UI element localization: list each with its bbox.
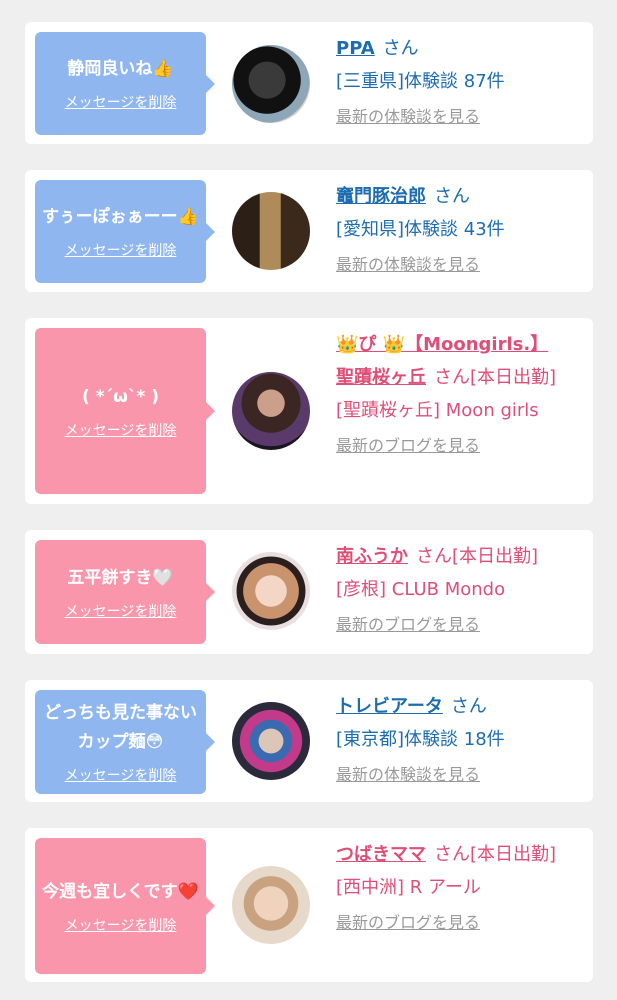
avatar[interactable] (232, 866, 310, 944)
honorific: さん (382, 38, 419, 59)
message-bubble: 五平餅すき🤍 メッセージを削除 (35, 540, 215, 644)
honorific: さん[本日出勤] (434, 367, 557, 388)
message-text: どっちも見た事ないカップ麺😳 (44, 703, 197, 752)
list-item: 五平餅すき🤍 メッセージを削除 南ふうか さん[本日出勤] [彦根] CLUB M… (25, 530, 593, 654)
message-text: 静岡良いね👍 (67, 59, 174, 79)
view-latest-link[interactable]: 最新のブログを見る (336, 908, 571, 938)
delete-message-link[interactable]: メッセージを削除 (65, 92, 177, 112)
delete-message-link[interactable]: メッセージを削除 (65, 601, 177, 621)
message-text: すぅーぽぉぁーー👍 (42, 207, 199, 227)
view-latest-link[interactable]: 最新のブログを見る (336, 431, 571, 461)
user-name-link[interactable]: PPA (336, 38, 375, 59)
honorific: さん[本日出勤] (434, 844, 557, 865)
user-detail[interactable]: [彦根] CLUB Mondo (336, 573, 571, 606)
avatar[interactable] (232, 702, 310, 780)
list-item: 今週も宜しくです❤️ メッセージを削除 つばきママ さん[本日出勤] [西中洲] … (25, 828, 593, 982)
view-latest-link[interactable]: 最新の体験談を見る (336, 760, 571, 790)
list-item: すぅーぽぉぁーー👍 メッセージを削除 竈門豚治郎 さん [愛知県]体験談 43件 … (25, 170, 593, 292)
honorific: さん[本日出勤] (416, 546, 539, 567)
view-latest-link[interactable]: 最新のブログを見る (336, 610, 571, 640)
message-text: 五平餅すき🤍 (67, 567, 174, 588)
message-bubble: すぅーぽぉぁーー👍 メッセージを削除 (35, 180, 215, 283)
view-latest-link[interactable]: 最新の体験談を見る (336, 250, 571, 280)
delete-message-link[interactable]: メッセージを削除 (65, 915, 177, 935)
user-detail[interactable]: [聖蹟桜ヶ丘] Moon girls (336, 394, 571, 427)
message-bubble: どっちも見た事ないカップ麺😳 メッセージを削除 (35, 690, 215, 794)
user-info: 竈門豚治郎 さん [愛知県]体験談 43件 最新の体験談を見る (336, 170, 571, 280)
list-item: 静岡良いね👍 メッセージを削除 PPA さん [三重県]体験談 87件 最新の体験… (25, 22, 593, 144)
list-item: ( *´ω`* ) メッセージを削除 👑ぴ 👑【Moongirls.】 聖蹟桜ヶ… (25, 318, 593, 504)
avatar[interactable] (232, 372, 310, 450)
user-name-link[interactable]: 南ふうか (336, 546, 408, 567)
user-info: 👑ぴ 👑【Moongirls.】 聖蹟桜ヶ丘 さん[本日出勤] [聖蹟桜ヶ丘] M… (336, 318, 571, 461)
user-info: つばきママ さん[本日出勤] [西中洲] R アール 最新のブログを見る (336, 828, 571, 938)
user-info: 南ふうか さん[本日出勤] [彦根] CLUB Mondo 最新のブログを見る (336, 530, 571, 640)
user-info: PPA さん [三重県]体験談 87件 最新の体験談を見る (336, 22, 571, 132)
user-detail[interactable]: [東京都]体験談 18件 (336, 723, 571, 756)
avatar[interactable] (232, 45, 310, 123)
delete-message-link[interactable]: メッセージを削除 (65, 420, 177, 440)
message-list: 静岡良いね👍 メッセージを削除 PPA さん [三重県]体験談 87件 最新の体験… (0, 0, 617, 982)
avatar[interactable] (232, 192, 310, 270)
delete-message-link[interactable]: メッセージを削除 (65, 765, 177, 785)
user-name-link[interactable]: トレビアータ (336, 696, 443, 717)
user-detail[interactable]: [西中洲] R アール (336, 871, 571, 904)
user-info: トレビアータ さん [東京都]体験談 18件 最新の体験談を見る (336, 680, 571, 790)
message-bubble: ( *´ω`* ) メッセージを削除 (35, 328, 215, 494)
avatar[interactable] (232, 552, 310, 630)
user-detail[interactable]: [愛知県]体験談 43件 (336, 213, 571, 246)
honorific: さん (450, 696, 487, 717)
message-bubble: 静岡良いね👍 メッセージを削除 (35, 32, 215, 135)
list-item: どっちも見た事ないカップ麺😳 メッセージを削除 トレビアータ さん [東京都]体験… (25, 680, 593, 802)
user-name-link[interactable]: 👑ぴ 👑【Moongirls.】 (336, 328, 571, 361)
user-name-link[interactable]: つばきママ (336, 844, 426, 865)
honorific: さん (434, 186, 470, 207)
message-text: ( *´ω`* ) (82, 386, 159, 407)
delete-message-link[interactable]: メッセージを削除 (65, 240, 177, 260)
user-name-link[interactable]: 竈門豚治郎 (336, 186, 426, 207)
view-latest-link[interactable]: 最新の体験談を見る (336, 102, 571, 132)
message-text: 今週も宜しくです❤️ (42, 881, 199, 902)
user-name-link-cont[interactable]: 聖蹟桜ヶ丘 (336, 367, 426, 388)
message-bubble: 今週も宜しくです❤️ メッセージを削除 (35, 838, 215, 974)
user-detail[interactable]: [三重県]体験談 87件 (336, 65, 571, 98)
